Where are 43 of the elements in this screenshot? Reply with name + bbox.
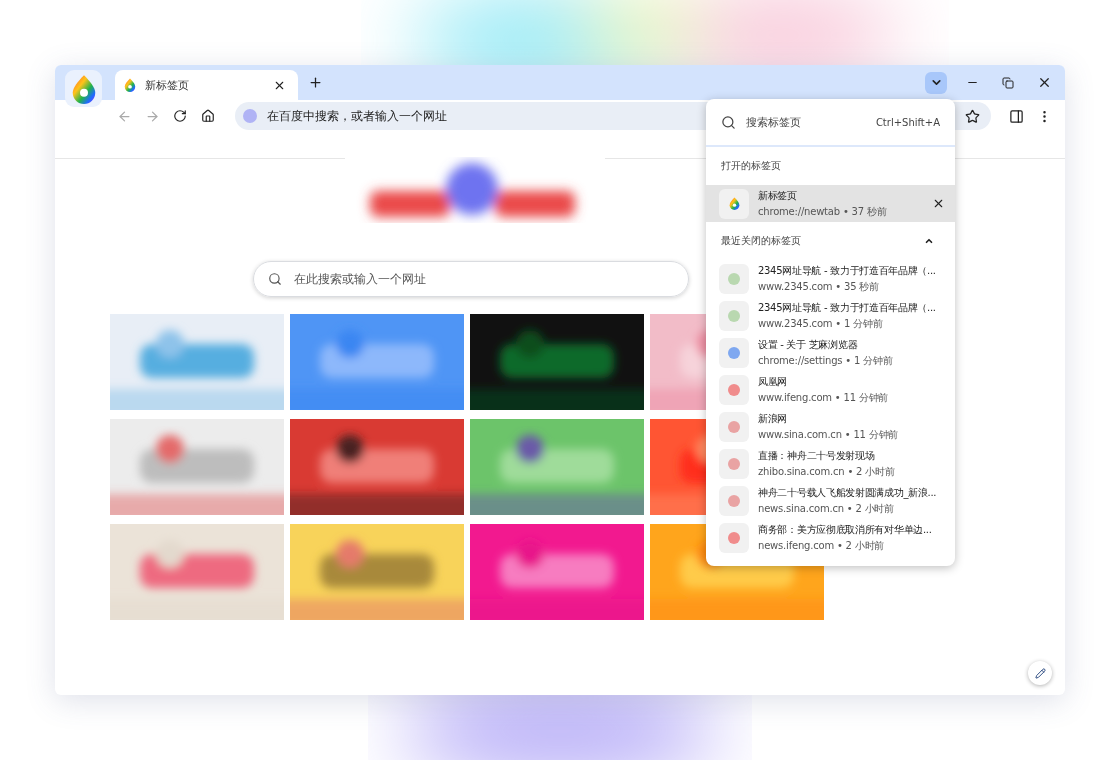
search-icon	[721, 114, 736, 130]
tab-url: news.sina.com.cn • 2 小时前	[758, 501, 896, 516]
tab-title: 商务部：美方应彻底取消所有对华单边...	[758, 522, 933, 537]
tab-title: 凤凰网	[758, 374, 789, 389]
closed-tab-item[interactable]: 2345网址导航 - 致力于打造百年品牌（... www.2345.com • 1 分钟前	[706, 297, 955, 334]
tab-url: zhibo.sina.com.cn • 2 小时前	[758, 464, 896, 479]
tab-title: 新浪网	[758, 411, 789, 426]
tab-title: 神舟二十号载人飞船发射圆满成功_新浪...	[758, 485, 938, 500]
tab-title: 设置 - 关于 芝麻浏览器	[758, 337, 859, 352]
closed-tab-item[interactable]: 凤凰网 www.ifeng.com • 11 分钟前	[706, 371, 955, 408]
tab-search-field[interactable]: 搜索标签页	[744, 115, 868, 129]
tab-url: news.ifeng.com • 2 小时前	[758, 538, 886, 553]
tab-url: www.2345.com • 1 分钟前	[758, 316, 884, 331]
search-placeholder: 在此搜索或输入一个网址	[294, 270, 426, 288]
closed-tab-item[interactable]: 2345网址导航 - 致力于打造百年品牌（... www.2345.com • 35 秒前	[706, 260, 955, 297]
tab-url: www.sina.com.cn • 11 分钟前	[758, 427, 900, 442]
closed-tab-item[interactable]: 商务部：美方应彻底取消所有对华单边... news.ifeng.com • 2 小时前	[706, 519, 955, 556]
keyboard-shortcut: Ctrl+Shift+A	[875, 116, 940, 128]
tab-title: 新标签页	[145, 77, 190, 93]
app-icon[interactable]	[65, 70, 102, 107]
tab-title: 2345网址导航 - 致力于打造百年品牌（...	[758, 263, 937, 278]
address-placeholder: 在百度中搜索，或者输入一个网址	[267, 107, 447, 125]
browser-logo-icon	[123, 78, 137, 92]
tab-search-button[interactable]	[925, 71, 947, 94]
tab-url: chrome://newtab • 37 秒前	[758, 204, 888, 219]
search-icon	[268, 272, 282, 286]
tab-url: www.2345.com • 35 秒前	[758, 279, 880, 294]
tab-title: 直播：神舟二十号发射现场	[758, 448, 876, 463]
open-tab-item[interactable]: 新标签页 chrome://newtab • 37 秒前	[706, 185, 955, 222]
section-title: 打开的标签页	[721, 159, 781, 173]
browser-tab[interactable]: 新标签页	[115, 70, 298, 100]
tab-title: 新标签页	[758, 188, 798, 203]
closed-tab-item[interactable]: 新浪网 www.sina.com.cn • 11 分钟前	[706, 408, 955, 445]
section-title: 最近关闭的标签页	[721, 234, 801, 248]
closed-tab-item[interactable]: 神舟二十号载人飞船发射圆满成功_新浪... news.sina.com.cn • 2 小时前	[706, 482, 955, 519]
tab-title: 2345网址导航 - 致力于打造百年品牌（...	[758, 300, 937, 315]
tab-url: chrome://settings • 1 分钟前	[758, 353, 894, 368]
closed-tab-item[interactable]: 直播：神舟二十号发射现场 zhibo.sina.com.cn • 2 小时前	[706, 445, 955, 482]
browser-logo-icon	[727, 197, 741, 210]
search-engine-icon	[243, 109, 257, 123]
closed-tab-item[interactable]: 设置 - 关于 芝麻浏览器 chrome://settings • 1 分钟前	[706, 334, 955, 371]
tab-url: www.ifeng.com • 11 分钟前	[758, 390, 890, 405]
edit-icon[interactable]	[1028, 661, 1052, 685]
